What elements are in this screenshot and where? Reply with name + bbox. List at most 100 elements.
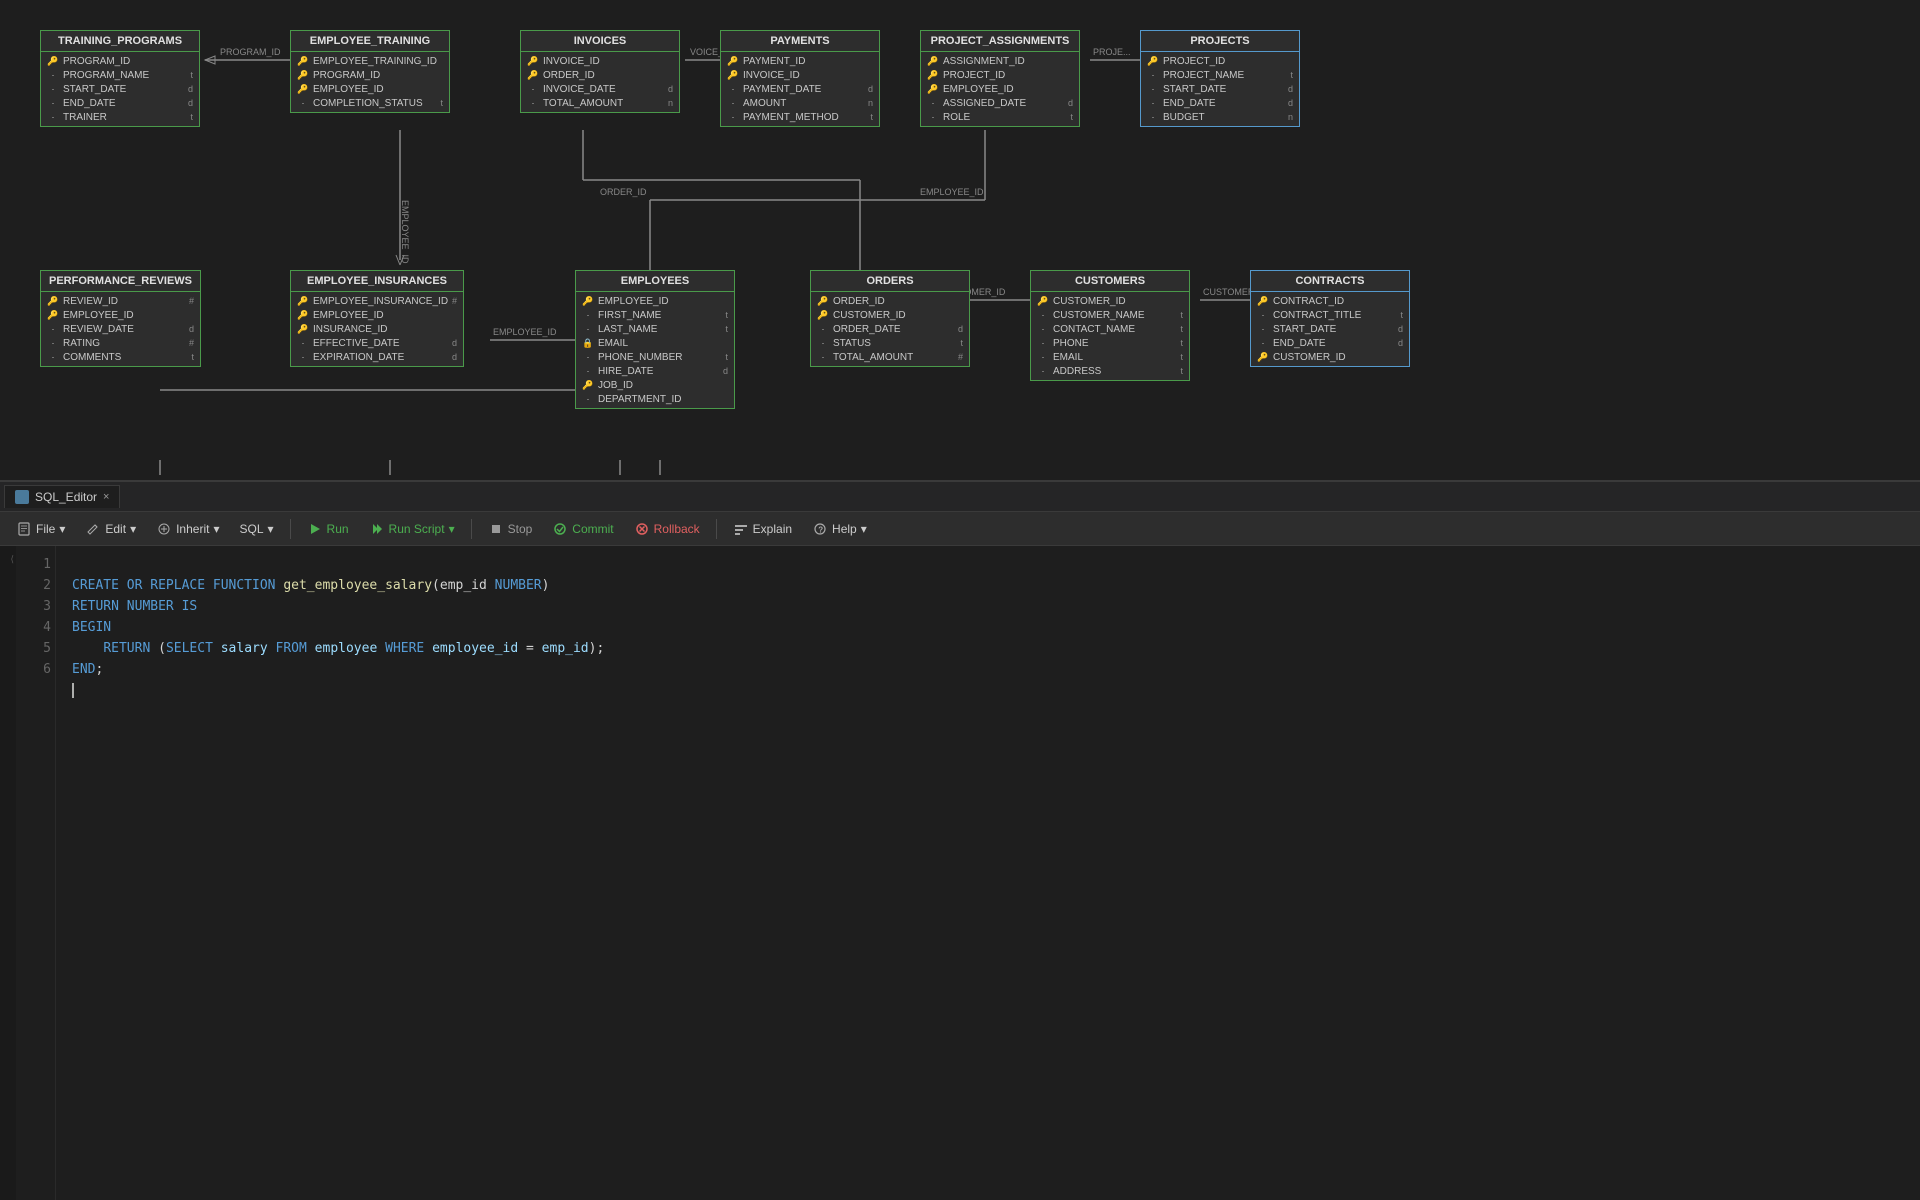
pk-icon: 🔑 bbox=[817, 295, 829, 307]
table-header-project_assignments: PROJECT_ASSIGNMENTS bbox=[921, 31, 1079, 52]
stop-button[interactable]: Stop bbox=[480, 518, 541, 540]
commit-button[interactable]: Commit bbox=[544, 518, 621, 540]
table-contracts[interactable]: CONTRACTS🔑CONTRACT_ID·CONTRACT_TITLEt·ST… bbox=[1250, 270, 1410, 367]
field-row: ·STATUSt bbox=[811, 336, 969, 350]
field-name: INVOICE_ID bbox=[743, 70, 873, 81]
tab-close-button[interactable]: × bbox=[103, 491, 109, 503]
field-row: ·PHONE_NUMBERt bbox=[576, 350, 734, 364]
empty-icon: · bbox=[47, 97, 59, 109]
field-name: PAYMENT_DATE bbox=[743, 84, 864, 95]
table-performance_reviews[interactable]: PERFORMANCE_REVIEWS🔑REVIEW_ID#🔑EMPLOYEE_… bbox=[40, 270, 201, 367]
table-employee_insurances[interactable]: EMPLOYEE_INSURANCES🔑EMPLOYEE_INSURANCE_I… bbox=[290, 270, 464, 367]
help-button[interactable]: ? Help ▾ bbox=[804, 518, 875, 540]
field-name: INVOICE_DATE bbox=[543, 84, 664, 95]
fk2-icon: 🔒 bbox=[582, 337, 594, 349]
fk-icon: 🔑 bbox=[817, 309, 829, 321]
field-name: INVOICE_ID bbox=[543, 56, 673, 67]
field-row: 🔑CUSTOMER_ID bbox=[1031, 294, 1189, 308]
field-name: EMPLOYEE_ID bbox=[313, 310, 457, 321]
explain-button[interactable]: Explain bbox=[725, 518, 800, 540]
edit-button[interactable]: Edit ▾ bbox=[77, 518, 144, 540]
run-script-label: Run Script bbox=[389, 522, 445, 536]
field-row: 🔑EMPLOYEE_ID bbox=[41, 308, 200, 322]
table-employees[interactable]: EMPLOYEES🔑EMPLOYEE_ID·FIRST_NAMEt·LAST_N… bbox=[575, 270, 735, 409]
field-row: ·ORDER_DATEd bbox=[811, 322, 969, 336]
table-payments[interactable]: PAYMENTS🔑PAYMENT_ID🔑INVOICE_ID·PAYMENT_D… bbox=[720, 30, 880, 127]
run-button[interactable]: Run bbox=[299, 518, 357, 540]
table-employee_training[interactable]: EMPLOYEE_TRAINING🔑EMPLOYEE_TRAINING_ID🔑P… bbox=[290, 30, 450, 113]
field-row: 🔑EMPLOYEE_ID bbox=[291, 82, 449, 96]
erd-canvas: PROGRAM_ID VOICE_ID PROJE... EMPLOYEE_ID… bbox=[0, 0, 1920, 480]
file-button[interactable]: File ▾ bbox=[8, 518, 73, 540]
sql-button[interactable]: SQL ▾ bbox=[231, 519, 281, 539]
table-orders[interactable]: ORDERS🔑ORDER_ID🔑CUSTOMER_ID·ORDER_DATEd·… bbox=[810, 270, 970, 367]
table-training_programs[interactable]: TRAINING_PROGRAMS🔑PROGRAM_ID·PROGRAM_NAM… bbox=[40, 30, 200, 127]
rollback-button[interactable]: Rollback bbox=[626, 518, 708, 540]
file-label: File bbox=[36, 522, 55, 536]
table-projects[interactable]: PROJECTS🔑PROJECT_ID·PROJECT_NAMEt·START_… bbox=[1140, 30, 1300, 127]
run-script-icon bbox=[369, 521, 385, 537]
field-row: ·PROGRAM_NAMEt bbox=[41, 68, 199, 82]
empty-icon: · bbox=[727, 97, 739, 109]
left-gutter: ⟨ bbox=[0, 546, 16, 1200]
field-row: ·HIRE_DATEd bbox=[576, 364, 734, 378]
field-row: ·EFFECTIVE_DATEd bbox=[291, 336, 463, 350]
separator-1 bbox=[290, 519, 291, 539]
field-row: ·PROJECT_NAMEt bbox=[1141, 68, 1299, 82]
field-type: d bbox=[723, 366, 728, 376]
code-editor[interactable]: CREATE OR REPLACE FUNCTION get_employee_… bbox=[56, 546, 1920, 1200]
field-row: ·COMMENTSt bbox=[41, 350, 200, 364]
sql-editor-tab[interactable]: SQL_Editor × bbox=[4, 485, 120, 508]
field-name: EMPLOYEE_ID bbox=[313, 84, 443, 95]
code-line-3: BEGIN bbox=[72, 620, 111, 635]
field-row: ·TOTAL_AMOUNT# bbox=[811, 350, 969, 364]
field-row: ·END_DATEd bbox=[1251, 336, 1409, 350]
table-header-employees: EMPLOYEES bbox=[576, 271, 734, 292]
empty-icon: · bbox=[927, 97, 939, 109]
field-name: COMPLETION_STATUS bbox=[313, 98, 436, 109]
empty-icon: · bbox=[927, 111, 939, 123]
field-name: EMPLOYEE_INSURANCE_ID bbox=[313, 296, 448, 307]
field-type: d bbox=[1288, 84, 1293, 94]
field-type: d bbox=[868, 84, 873, 94]
table-project_assignments[interactable]: PROJECT_ASSIGNMENTS🔑ASSIGNMENT_ID🔑PROJEC… bbox=[920, 30, 1080, 127]
field-name: PROJECT_ID bbox=[1163, 56, 1293, 67]
edit-label: Edit bbox=[105, 522, 126, 536]
run-script-dropdown-icon: ▾ bbox=[449, 522, 455, 536]
field-name: DEPARTMENT_ID bbox=[598, 394, 728, 405]
field-row: ·FIRST_NAMEt bbox=[576, 308, 734, 322]
empty-icon: · bbox=[297, 337, 309, 349]
field-row: ·CONTACT_NAMEt bbox=[1031, 322, 1189, 336]
field-name: EMPLOYEE_ID bbox=[63, 310, 194, 321]
line-num-5: 5 bbox=[20, 638, 51, 659]
field-name: TOTAL_AMOUNT bbox=[833, 352, 954, 363]
pk-icon: 🔑 bbox=[47, 55, 59, 67]
help-icon: ? bbox=[812, 521, 828, 537]
field-type: d bbox=[188, 98, 193, 108]
field-row: ·TOTAL_AMOUNTn bbox=[521, 96, 679, 110]
field-name: REVIEW_ID bbox=[63, 296, 185, 307]
field-name: PROJECT_ID bbox=[943, 70, 1073, 81]
field-type: t bbox=[725, 324, 728, 334]
field-row: 🔑ORDER_ID bbox=[521, 68, 679, 82]
editor-body: ⟨ 1 2 3 4 5 6 CREATE OR REPLACE FUNCTION… bbox=[0, 546, 1920, 1200]
inherit-button[interactable]: Inherit ▾ bbox=[148, 518, 227, 540]
field-type: t bbox=[1400, 310, 1403, 320]
field-name: PAYMENT_METHOD bbox=[743, 112, 866, 123]
table-invoices[interactable]: INVOICES🔑INVOICE_ID🔑ORDER_ID·INVOICE_DAT… bbox=[520, 30, 680, 113]
field-row: ·EMAILt bbox=[1031, 350, 1189, 364]
line-num-2: 2 bbox=[20, 575, 51, 596]
field-row: 🔑CONTRACT_ID bbox=[1251, 294, 1409, 308]
table-header-customers: CUSTOMERS bbox=[1031, 271, 1189, 292]
run-label: Run bbox=[327, 522, 349, 536]
field-type: d bbox=[452, 338, 457, 348]
field-type: t bbox=[960, 338, 963, 348]
table-header-employee_training: EMPLOYEE_TRAINING bbox=[291, 31, 449, 52]
fk-icon: 🔑 bbox=[527, 69, 539, 81]
run-script-button[interactable]: Run Script ▾ bbox=[361, 518, 463, 540]
table-customers[interactable]: CUSTOMERS🔑CUSTOMER_ID·CUSTOMER_NAMEt·CON… bbox=[1030, 270, 1190, 381]
field-row: 🔑EMPLOYEE_ID bbox=[921, 82, 1079, 96]
edit-dropdown-icon: ▾ bbox=[130, 522, 136, 536]
pk-icon: 🔑 bbox=[1037, 295, 1049, 307]
field-row: 🔑PROJECT_ID bbox=[921, 68, 1079, 82]
